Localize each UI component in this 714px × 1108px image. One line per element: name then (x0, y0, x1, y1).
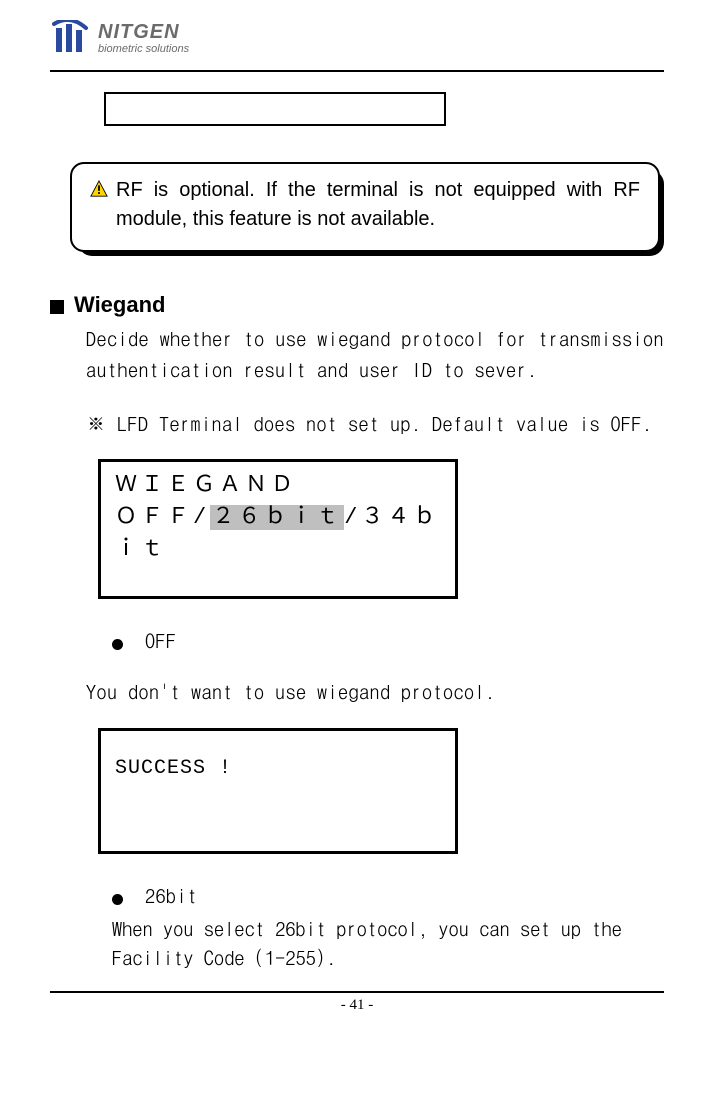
page-number: - 41 - (50, 997, 664, 1014)
section-description: Decide whether to use wiegand protocol f… (86, 322, 664, 384)
brand-name: NITGEN (98, 22, 189, 42)
lcd-success-text: SUCCESS ! (115, 755, 441, 783)
option-off-description: You don't want to use wiegand protocol. (86, 676, 664, 706)
brand-tagline: biometric solutions (98, 44, 189, 55)
section-note: ※ LFD Terminal does not set up. Default … (86, 408, 664, 437)
warning-text: RF is optional. If the terminal is not e… (116, 176, 640, 234)
brand-logo-icon (50, 20, 90, 56)
lcd-selected-option: ２６ｂｉｔ (210, 505, 344, 530)
round-bullet-icon (112, 639, 123, 650)
warning-icon (90, 180, 108, 198)
lcd-display-wiegand: ＷＩＥＧＡＮＤ ＯＦＦ/２６ｂｉｔ/３４ｂｉｔ (98, 459, 458, 599)
header-divider (50, 70, 664, 72)
lcd-line-1: ＷＩＥＧＡＮＤ (115, 470, 441, 502)
page-header: NITGEN biometric solutions (50, 20, 664, 70)
footer-divider (50, 991, 664, 993)
square-bullet-icon (50, 300, 64, 314)
section-title: Wiegand (74, 292, 165, 318)
section-heading-row: Wiegand (50, 292, 664, 318)
round-bullet-icon (112, 894, 123, 905)
option-off-label: OFF (145, 625, 177, 654)
option-26bit-row: 26bit (112, 880, 664, 909)
lcd-line-2: ＯＦＦ/２６ｂｉｔ/３４ｂｉｔ (115, 502, 441, 566)
option-26bit-description: When you select 26bit protocol, you can … (112, 913, 664, 971)
lcd-prefix: ＯＦＦ/ (115, 505, 210, 530)
warning-callout: RF is optional. If the terminal is not e… (70, 162, 660, 252)
empty-outline-box (104, 92, 446, 126)
option-off-row: OFF (112, 625, 664, 654)
option-26bit-label: 26bit (145, 880, 198, 909)
lcd-display-success: SUCCESS ! (98, 728, 458, 854)
